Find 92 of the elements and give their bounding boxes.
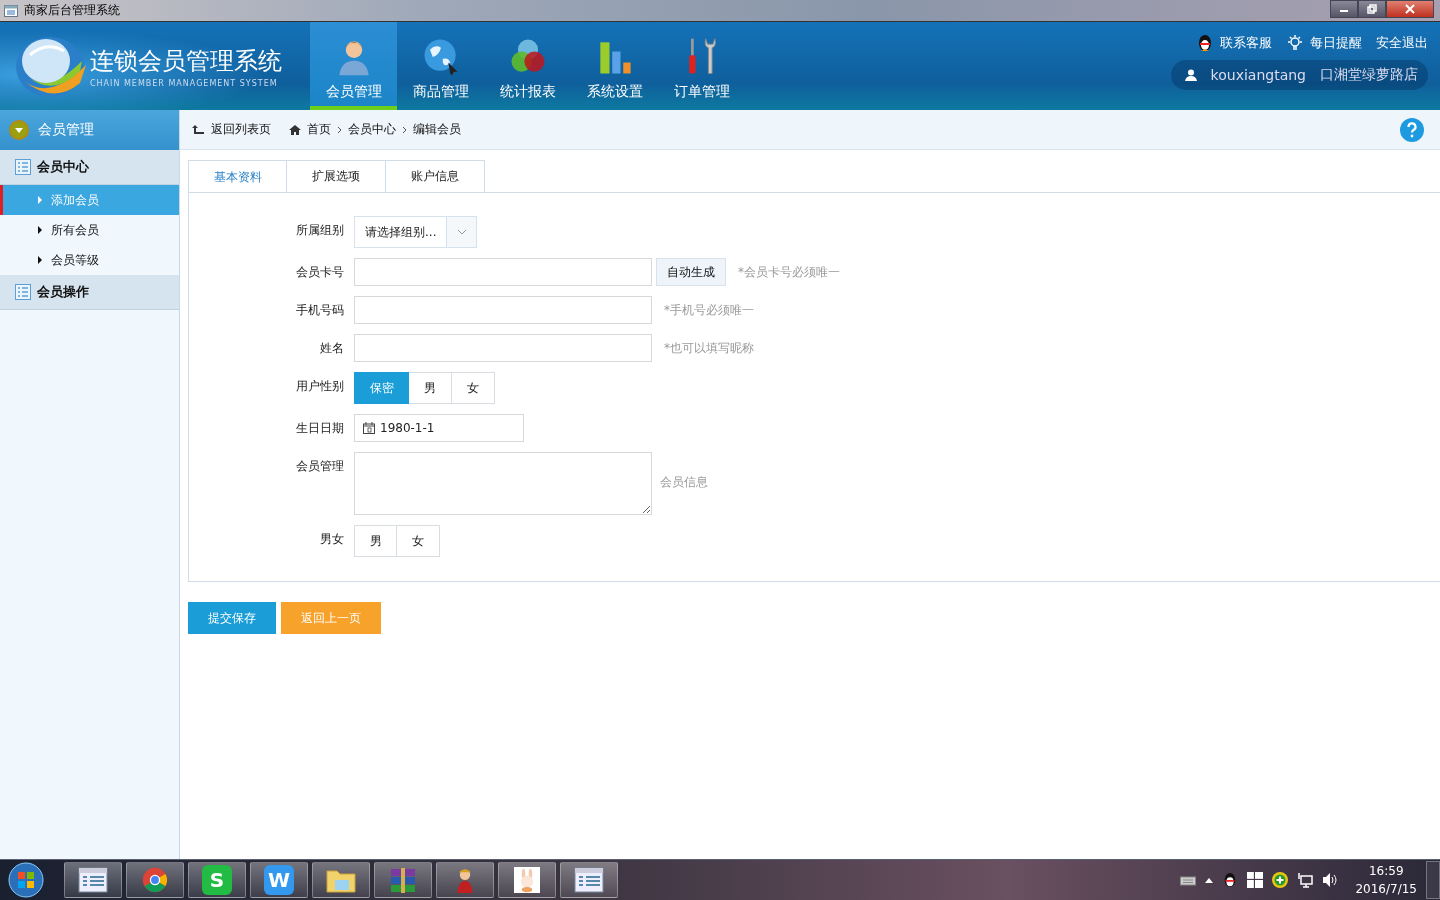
taskbar-button[interactable] — [64, 862, 122, 898]
light-bulb-icon — [1286, 34, 1304, 52]
breadcrumb-link[interactable]: 首页 — [307, 121, 331, 138]
restore-icon — [1367, 4, 1377, 14]
back-link[interactable]: 返回列表页 — [192, 121, 271, 138]
header-link[interactable]: 每日提醒 — [1286, 34, 1362, 52]
list-icon — [15, 159, 31, 175]
restore-button[interactable] — [1358, 0, 1386, 18]
field-hint: 会员信息 — [660, 474, 708, 491]
clock-time: 16:59 — [1368, 863, 1404, 880]
window-icon — [4, 4, 18, 17]
penguin-icon — [1196, 34, 1214, 52]
field-label: 手机号码 — [295, 302, 345, 319]
taskbar-button[interactable] — [436, 862, 494, 898]
nav-tab[interactable]: 商品管理 — [397, 22, 484, 110]
caret-icon — [38, 226, 42, 234]
speaker-icon — [1322, 872, 1339, 888]
sidebar-title: 会员管理 — [38, 121, 94, 139]
windows-icon — [1247, 872, 1264, 888]
field-hint: *手机号必须唯一 — [664, 302, 754, 319]
field-label: 生日日期 — [295, 420, 345, 437]
close-icon — [1405, 4, 1415, 14]
tab[interactable]: 扩展选项 — [287, 160, 386, 193]
sidebar-group[interactable]: 会员操作 — [0, 275, 179, 310]
rabbit-picture-icon — [512, 867, 542, 893]
logo-subtitle: CHAIN MEMBER MANAGEMENT SYSTEM — [90, 78, 279, 88]
group-select[interactable]: 请选择组别... — [354, 216, 478, 248]
store-name: 口湘堂绿萝路店 — [1320, 66, 1418, 84]
text-field[interactable] — [354, 296, 652, 324]
browser-icon — [140, 867, 170, 893]
header-link[interactable]: 安全退出 — [1376, 34, 1428, 52]
text-field[interactable] — [354, 258, 652, 286]
books-icon — [388, 867, 418, 893]
user-icon — [1184, 69, 1197, 81]
taskbar-button[interactable] — [374, 862, 432, 898]
sidebar-item[interactable]: 所有会员 — [0, 215, 179, 245]
field-hint: *也可以填写昵称 — [664, 340, 754, 357]
up-arrow-icon — [1205, 877, 1214, 883]
window-icon — [78, 867, 108, 893]
field-label: 姓名 — [319, 340, 345, 357]
return-arrow-icon — [192, 124, 204, 135]
field-label: 所属组别 — [295, 222, 345, 239]
chevron-icon — [402, 125, 407, 134]
field-label: 男女 — [319, 531, 345, 548]
user-name: kouxiangtang — [1210, 67, 1306, 83]
date-field[interactable]: 1980-1-1 — [354, 414, 524, 442]
taskbar-button[interactable] — [312, 862, 370, 898]
field-label: 会员卡号 — [295, 264, 345, 281]
segment-option[interactable]: 女 — [452, 372, 495, 404]
tab[interactable]: 账户信息 — [386, 160, 485, 193]
segment-option[interactable]: 女 — [397, 525, 440, 557]
taskbar-button[interactable] — [498, 862, 556, 898]
segment-option[interactable]: 男 — [354, 525, 397, 557]
generate-button[interactable]: 自动生成 — [656, 258, 726, 286]
app-logo: S — [202, 865, 232, 895]
field-label: 会员管理 — [295, 458, 345, 475]
field-hint: *会员卡号必须唯一 — [738, 264, 840, 281]
list-icon — [15, 284, 31, 300]
help-button[interactable] — [1400, 117, 1424, 142]
show-desktop-button[interactable] — [1426, 861, 1440, 899]
header-link[interactable]: 联系客服 — [1196, 34, 1272, 52]
sidebar-item[interactable]: 会员等级 — [0, 245, 179, 275]
window-title: 商家后台管理系统 — [24, 2, 120, 19]
logo-title: 连锁会员管理系统 — [90, 45, 282, 77]
text-field[interactable] — [354, 334, 652, 362]
segment-option[interactable]: 男 — [409, 372, 452, 404]
breadcrumb-link[interactable]: 会员中心 — [348, 121, 396, 138]
caret-icon — [38, 196, 42, 204]
caret-icon — [38, 256, 42, 264]
sidebar-group[interactable]: 会员中心 — [0, 150, 179, 185]
nav-tab[interactable]: 会员管理 — [310, 22, 397, 110]
calendar-icon — [363, 422, 375, 434]
close-button[interactable] — [1386, 0, 1434, 18]
nav-tab[interactable]: 系统设置 — [571, 22, 658, 110]
nav-tab[interactable]: 订单管理 — [658, 22, 745, 110]
folder-icon — [326, 867, 356, 893]
clock-date: 2016/7/15 — [1355, 881, 1417, 898]
dropdown-circle-icon — [9, 120, 29, 140]
tab[interactable]: 基本资料 — [188, 160, 287, 193]
plus-circle-icon — [1272, 872, 1289, 888]
field-label: 用户性别 — [295, 378, 345, 395]
app-logo: W — [264, 865, 294, 895]
taskbar-button[interactable] — [560, 862, 618, 898]
window-icon — [574, 867, 604, 893]
minimize-button[interactable] — [1330, 0, 1358, 18]
breadcrumb-link[interactable]: 编辑会员 — [413, 121, 461, 138]
nav-tab[interactable]: 统计报表 — [484, 22, 571, 110]
chevron-down-icon — [456, 229, 467, 235]
taskbar-button[interactable] — [126, 862, 184, 898]
network-icon — [1297, 872, 1314, 888]
chevron-icon — [337, 125, 342, 134]
home-icon — [289, 124, 301, 135]
